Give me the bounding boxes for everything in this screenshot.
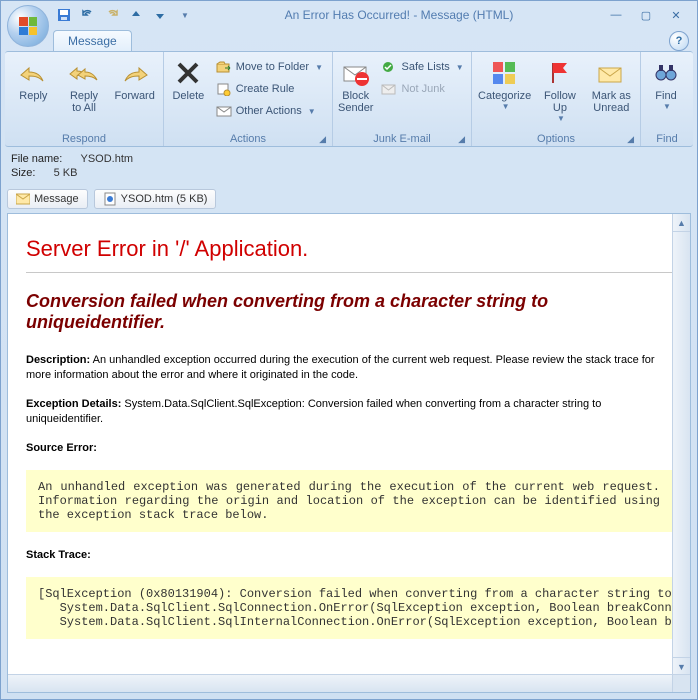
- chevron-down-icon: ▼: [663, 102, 671, 111]
- ysod-subtitle: Conversion failed when converting from a…: [26, 291, 672, 333]
- reply-button[interactable]: Reply: [9, 54, 58, 103]
- group-label-find: Find: [645, 132, 689, 146]
- other-actions-icon: [216, 103, 232, 119]
- scroll-up-icon[interactable]: ▲: [673, 214, 690, 232]
- help-icon: ?: [676, 35, 683, 47]
- forward-button[interactable]: Forward: [110, 54, 159, 103]
- office-button[interactable]: [7, 5, 49, 47]
- scroll-corner: [672, 674, 690, 692]
- attachment-tab-message[interactable]: Message: [7, 189, 88, 209]
- window-title: An Error Has Occurred! - Message (HTML): [195, 8, 603, 22]
- rule-icon: [216, 81, 232, 97]
- html-file-icon: [103, 192, 117, 206]
- mark-unread-button[interactable]: Mark as Unread: [587, 54, 636, 115]
- chevron-down-icon: ▼: [456, 63, 464, 72]
- next-button[interactable]: [149, 4, 171, 26]
- description-label: Description:: [26, 354, 90, 366]
- group-label-options: Options◢: [476, 132, 636, 146]
- not-junk-button: Not Junk: [376, 78, 468, 100]
- size-label: Size:: [11, 167, 35, 179]
- reply-all-icon: [68, 57, 100, 89]
- mark-unread-icon: [595, 57, 627, 89]
- tab-message[interactable]: Message: [53, 30, 132, 51]
- minimize-button[interactable]: —: [603, 6, 629, 24]
- quick-access-toolbar: ▼: [53, 4, 195, 26]
- file-name-label: File name:: [11, 153, 62, 165]
- move-to-folder-button[interactable]: Move to Folder▼: [211, 56, 328, 78]
- safe-lists-button[interactable]: Safe Lists▼: [376, 56, 468, 78]
- undo-button[interactable]: [77, 4, 99, 26]
- envelope-icon: [16, 192, 30, 206]
- maximize-button[interactable]: ▢: [633, 6, 659, 24]
- create-rule-button[interactable]: Create Rule: [211, 78, 328, 100]
- chevron-down-icon: ▼: [557, 114, 565, 123]
- qat-customize[interactable]: ▼: [173, 4, 195, 26]
- ysod-title: Server Error in '/' Application.: [26, 236, 672, 262]
- ribbon: Reply Reply to All Forward Respond Delet…: [5, 51, 693, 147]
- exception-details-label: Exception Details:: [26, 398, 121, 410]
- divider: [26, 272, 672, 273]
- group-label-respond: Respond: [9, 132, 159, 146]
- chevron-down-icon: ▼: [315, 63, 323, 72]
- source-error-box: An unhandled exception was generated dur…: [26, 470, 672, 532]
- categorize-button[interactable]: Categorize▼: [476, 54, 533, 112]
- size-value: 5 KB: [54, 167, 78, 179]
- scroll-down-icon[interactable]: ▼: [673, 657, 690, 675]
- safe-lists-icon: [381, 59, 397, 75]
- undo-icon: [80, 7, 96, 23]
- block-sender-button[interactable]: Block Sender: [337, 54, 374, 115]
- stack-trace-box: [SqlException (0x80131904): Conversion f…: [26, 577, 672, 639]
- dialog-launcher-icon[interactable]: ◢: [627, 134, 634, 145]
- reply-all-button[interactable]: Reply to All: [60, 54, 109, 115]
- dialog-launcher-icon[interactable]: ◢: [458, 134, 465, 145]
- block-sender-icon: [340, 57, 372, 89]
- delete-button[interactable]: Delete: [168, 54, 209, 103]
- redo-icon: [104, 7, 120, 23]
- follow-up-button[interactable]: Follow Up▼: [535, 54, 584, 124]
- find-button[interactable]: Find▼: [645, 54, 687, 112]
- group-label-actions: Actions◢: [168, 132, 328, 146]
- save-icon: [56, 7, 72, 23]
- flag-icon: [544, 57, 576, 89]
- not-junk-icon: [381, 81, 397, 97]
- message-body[interactable]: Server Error in '/' Application. Convers…: [7, 213, 691, 693]
- forward-icon: [119, 57, 151, 89]
- group-label-junk: Junk E-mail◢: [337, 132, 467, 146]
- arrow-up-icon: [129, 8, 143, 22]
- title-bar: ▼ An Error Has Occurred! - Message (HTML…: [1, 1, 697, 29]
- chevron-down-icon: ▼: [502, 102, 510, 111]
- folder-move-icon: [216, 59, 232, 75]
- source-error-label: Source Error:: [26, 442, 97, 454]
- reply-icon: [17, 57, 49, 89]
- attachment-info: File name: YSOD.htm Size: 5 KB: [1, 147, 697, 187]
- close-button[interactable]: ✕: [663, 6, 689, 24]
- help-button[interactable]: ?: [669, 31, 689, 51]
- categorize-icon: [489, 57, 521, 89]
- chevron-down-icon: ▼: [181, 11, 189, 20]
- previous-button[interactable]: [125, 4, 147, 26]
- other-actions-button[interactable]: Other Actions▼: [211, 100, 328, 122]
- delete-icon: [172, 57, 204, 89]
- chevron-down-icon: ▼: [308, 107, 316, 116]
- save-button[interactable]: [53, 4, 75, 26]
- stack-trace-label: Stack Trace:: [26, 549, 91, 561]
- binoculars-icon: [650, 57, 682, 89]
- arrow-down-icon: [153, 8, 167, 22]
- attachment-tab-file[interactable]: YSOD.htm (5 KB): [94, 189, 217, 209]
- dialog-launcher-icon[interactable]: ◢: [319, 134, 326, 145]
- file-name-value: YSOD.htm: [80, 153, 133, 165]
- horizontal-scrollbar[interactable]: [8, 674, 673, 692]
- description-text: An unhandled exception occurred during t…: [26, 354, 655, 381]
- redo-button[interactable]: [101, 4, 123, 26]
- vertical-scrollbar[interactable]: ▲ ▼: [672, 214, 690, 692]
- office-logo-icon: [19, 17, 37, 35]
